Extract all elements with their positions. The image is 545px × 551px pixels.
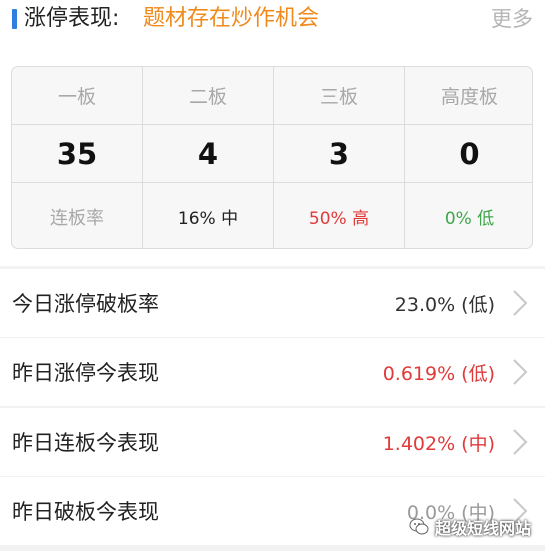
chevron-right-icon [513, 290, 528, 316]
rate-highest-board: 0% 低 [444, 209, 495, 229]
row-label: 昨日涨停今表现 [12, 361, 159, 385]
chevron-right-icon [513, 359, 528, 385]
count-second-board: 4 [143, 125, 274, 183]
wechat-icon [409, 518, 429, 535]
section-subtitle: 题材存在炒作机会 [143, 6, 320, 31]
row-value: 0.619% (低) [382, 362, 495, 385]
row-value: 1.402% (中) [382, 432, 495, 455]
accent-bar [12, 9, 17, 29]
column-header-highest-board: 高度板 [405, 67, 532, 125]
row-value: 23.0% (低) [394, 293, 495, 316]
watermark: 超级短线网站 [409, 515, 531, 539]
row-yesterday-limit-up-today[interactable]: 昨日涨停今表现 0.619% (低) [0, 338, 545, 406]
board-stats-grid: 一板 二板 三板 高度板 35 4 3 0 连板率 16% 中 50% 高 0%… [12, 67, 532, 248]
consecutive-rate-label: 连板率 [12, 183, 143, 248]
count-third-board: 3 [274, 125, 405, 183]
row-label: 昨日连板今表现 [12, 431, 159, 455]
rate-second-board: 16% 中 [143, 183, 274, 248]
more-link[interactable]: 更多 [491, 4, 533, 34]
board-stats-card: 一板 二板 三板 高度板 35 4 3 0 连板率 16% 中 50% 高 0%… [11, 66, 533, 249]
watermark-text: 超级短线网站 [434, 519, 531, 538]
rate-third-board: 50% 高 [274, 183, 405, 248]
count-first-board: 35 [12, 125, 143, 183]
column-header-first-board: 一板 [12, 67, 143, 125]
section-title: 涨停表现: [24, 6, 120, 31]
count-highest-board: 0 [405, 125, 532, 183]
row-label: 昨日破板今表现 [12, 500, 159, 524]
column-header-second-board: 二板 [143, 67, 274, 125]
row-yesterday-consecutive-today[interactable]: 昨日连板今表现 1.402% (中) [0, 408, 545, 476]
row-today-limit-break-rate[interactable]: 今日涨停破板率 23.0% (低) [0, 269, 545, 337]
stats-area: 一板 二板 三板 高度板 35 4 3 0 连板率 16% 中 50% 高 0%… [0, 50, 545, 266]
chevron-right-icon [513, 429, 528, 455]
section-header: 涨停表现: 题材存在炒作机会 更多 [0, 0, 545, 50]
column-header-third-board: 三板 [274, 67, 405, 125]
row-label: 今日涨停破板率 [12, 292, 159, 316]
